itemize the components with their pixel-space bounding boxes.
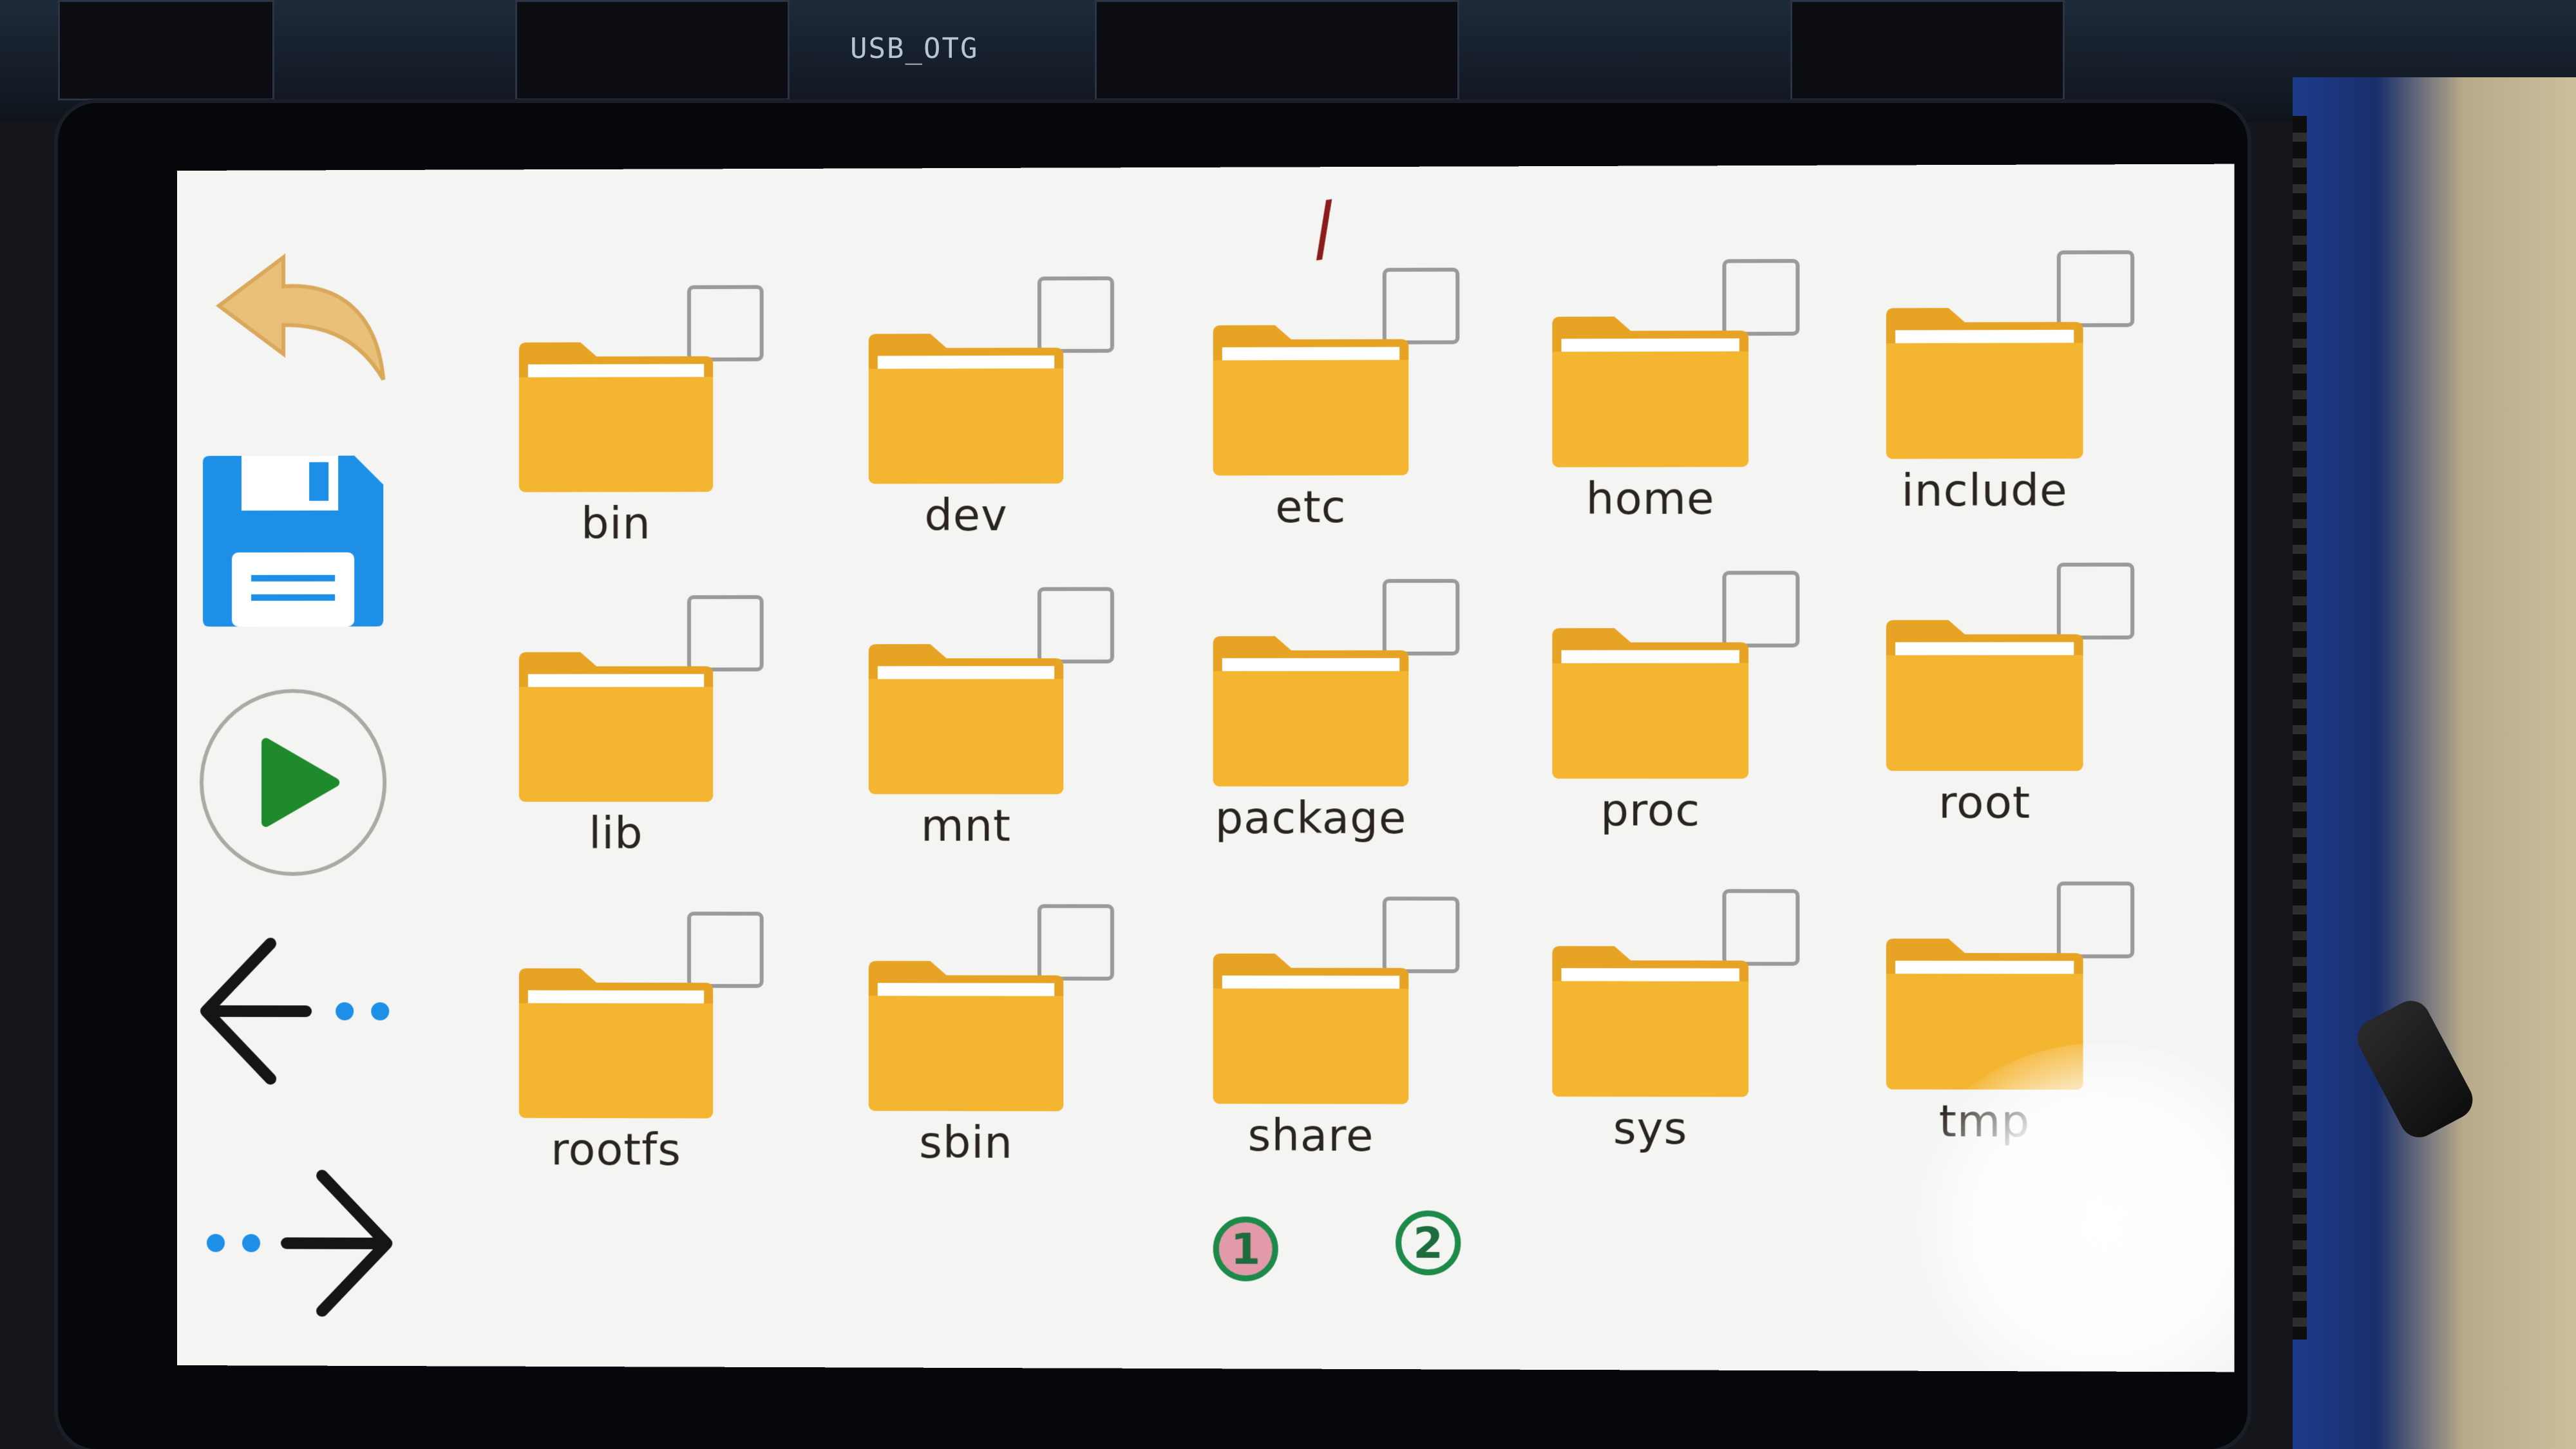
folder-label: mnt — [856, 800, 1077, 851]
board-edge — [2293, 77, 2576, 1449]
folder-icon — [1886, 615, 2083, 771]
folder-item[interactable]: root — [1873, 563, 2148, 836]
folder-item[interactable]: dev — [856, 276, 1129, 549]
folder-icon — [869, 328, 1064, 484]
folder-icon — [1552, 311, 1748, 468]
floppy-disk-icon — [196, 449, 390, 633]
folder-item[interactable]: bin — [506, 285, 778, 557]
play-icon — [196, 686, 390, 879]
folder-item[interactable]: mnt — [856, 587, 1129, 859]
folder-item[interactable]: sbin — [856, 904, 1129, 1176]
previous-page-button[interactable] — [190, 931, 402, 1092]
folder-label: bin — [506, 498, 726, 550]
folder-icon — [519, 337, 713, 492]
folder-label: sys — [1539, 1103, 1761, 1155]
folder-item[interactable]: tmp — [1873, 882, 2148, 1155]
board-chip — [1790, 0, 2065, 100]
back-curved-arrow-icon — [206, 244, 393, 386]
folder-icon — [519, 647, 713, 802]
folder-icon — [1552, 623, 1748, 779]
folder-label: lib — [506, 808, 726, 859]
page-2-label: 2 — [1413, 1218, 1443, 1268]
folder-icon — [1886, 933, 2083, 1090]
current-path: / — [1273, 180, 1374, 276]
page-2-button[interactable]: 2 — [1396, 1211, 1461, 1276]
folder-label: package — [1200, 793, 1421, 844]
folder-item[interactable]: etc — [1200, 268, 1473, 540]
folder-label: home — [1539, 473, 1761, 525]
file-browser-screen: / bin dev etc home include lib mnt packa… — [177, 164, 2235, 1372]
folder-item[interactable]: lib — [506, 595, 778, 866]
folder-icon — [1552, 941, 1748, 1097]
page-1-label: 1 — [1231, 1224, 1260, 1274]
page-1-button[interactable]: 1 — [1213, 1217, 1278, 1282]
folder-icon — [1213, 319, 1409, 475]
folder-icon — [1213, 631, 1409, 787]
folder-icon — [869, 639, 1064, 794]
folder-icon — [519, 963, 713, 1119]
arrow-right-icon — [190, 1162, 402, 1324]
pin-header — [2293, 116, 2307, 1340]
folder-icon — [869, 956, 1064, 1111]
arrow-left-icon — [190, 931, 402, 1092]
back-button[interactable] — [203, 241, 396, 390]
usb-otg-label: USB_OTG — [850, 32, 978, 65]
board-connector — [58, 0, 274, 100]
folder-item[interactable]: proc — [1539, 571, 1814, 844]
board-header — [1095, 0, 1459, 100]
folder-item[interactable]: include — [1873, 250, 2148, 524]
folder-label: proc — [1539, 785, 1761, 837]
folder-label: rootfs — [506, 1124, 726, 1176]
folder-item[interactable]: share — [1200, 896, 1473, 1169]
folder-item[interactable]: home — [1539, 259, 1814, 532]
folder-icon — [1886, 303, 2083, 459]
save-button[interactable] — [193, 447, 393, 634]
folder-label: share — [1200, 1110, 1421, 1162]
folder-label: root — [1873, 777, 2096, 829]
play-button[interactable] — [196, 686, 390, 879]
folder-icon — [1213, 949, 1409, 1104]
folder-label: dev — [856, 490, 1077, 542]
folder-item[interactable]: package — [1200, 579, 1473, 851]
board-chip — [515, 0, 790, 100]
next-page-button[interactable] — [190, 1162, 402, 1324]
folder-item[interactable]: rootfs — [506, 911, 778, 1183]
folder-label: include — [1873, 465, 2096, 516]
folder-label: sbin — [856, 1117, 1077, 1169]
folder-label: etc — [1200, 482, 1421, 533]
folder-item[interactable]: sys — [1539, 889, 1814, 1162]
folder-label: tmp — [1873, 1096, 2096, 1148]
